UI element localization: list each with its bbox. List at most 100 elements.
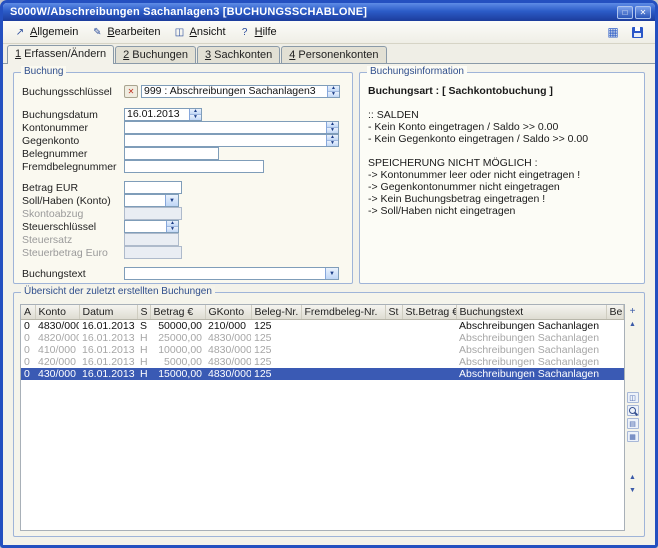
info-line: Buchungsart : [ Sachkontobuchung ] bbox=[368, 85, 636, 97]
field-row-buchungstext: Buchungstext ▼ bbox=[22, 267, 344, 280]
maximize-button[interactable]: □ bbox=[617, 6, 633, 19]
scroll-down-icon[interactable]: ▼ bbox=[627, 485, 639, 496]
cell-konto: 4830/000 bbox=[35, 319, 79, 332]
add-row-icon[interactable]: + bbox=[627, 306, 639, 317]
cell-fremdbeleg bbox=[301, 356, 385, 368]
soll-haben-combo[interactable]: ▼ bbox=[124, 194, 179, 207]
col-header-st-betrag[interactable]: St.Betrag € bbox=[402, 305, 456, 319]
buchungsdatum-field[interactable]: 16.01.2013 ▲▼ bbox=[124, 108, 202, 121]
move-up-icon[interactable]: ▲ bbox=[627, 319, 639, 330]
menu-ansicht[interactable]: ◫ Ansicht bbox=[169, 24, 234, 40]
spinner[interactable]: ▲▼ bbox=[327, 86, 339, 97]
bookings-group-title: Übersicht der zuletzt erstellten Buchung… bbox=[21, 286, 215, 297]
betrag-input[interactable] bbox=[124, 181, 182, 194]
cell-stbetrag bbox=[402, 356, 456, 368]
fremdbelegnummer-input[interactable] bbox=[124, 160, 264, 173]
chevron-down-icon[interactable]: ▼ bbox=[165, 195, 178, 206]
cell-gkonto: 4830/000 bbox=[205, 356, 251, 368]
cell-fremdbeleg bbox=[301, 332, 385, 344]
bookings-grid-button[interactable]: ▦ bbox=[605, 25, 621, 40]
steuerbetrag-input bbox=[124, 246, 182, 259]
info-groupbox: Buchungsinformation Buchungsart : [ Sach… bbox=[359, 72, 645, 284]
tab-personenkonten[interactable]: 4 Personenkonten bbox=[281, 46, 386, 63]
gegenkonto-combo[interactable]: ▲▼ bbox=[124, 134, 339, 147]
save-button[interactable] bbox=[629, 25, 645, 40]
table-row[interactable]: 0430/00016.01.2013H15000,004830/000125Ab… bbox=[21, 368, 624, 380]
menu-bearbeiten[interactable]: ✎ Bearbeiten bbox=[86, 24, 168, 40]
cell-s: H bbox=[137, 368, 150, 380]
col-header-beleg-nr2[interactable]: Beleg-Nr.2 bbox=[606, 305, 624, 319]
col-header-konto[interactable]: Konto bbox=[35, 305, 79, 319]
cell-betrag: 25000,00 bbox=[150, 332, 205, 344]
cell-beleg2 bbox=[606, 332, 624, 344]
cell-a: 0 bbox=[21, 344, 35, 356]
grid-icon: ▦ bbox=[607, 26, 618, 38]
window-icon[interactable]: ◫ bbox=[627, 392, 639, 403]
list-view-icon[interactable]: ▤ bbox=[627, 418, 639, 429]
field-row-buchungsdatum: Buchungsdatum 16.01.2013 ▲▼ bbox=[22, 108, 344, 121]
col-header-fremdbeleg-nr[interactable]: Fremdbeleg-Nr. bbox=[301, 305, 385, 319]
clear-icon[interactable]: ✕ bbox=[124, 85, 138, 98]
col-header-a[interactable]: A bbox=[21, 305, 35, 319]
close-button[interactable]: ✕ bbox=[635, 6, 651, 19]
col-header-buchungstext[interactable]: Buchungstext bbox=[456, 305, 606, 319]
content-area: Buchung Buchungsschlüssel ✕ 999 : Abschr… bbox=[3, 64, 655, 545]
table-row[interactable]: 0410/00016.01.2013H10000,004830/000125Ab… bbox=[21, 344, 624, 356]
spinner[interactable]: ▲▼ bbox=[166, 221, 178, 232]
grid-view-icon[interactable]: ▦ bbox=[627, 431, 639, 442]
col-header-st[interactable]: St bbox=[385, 305, 402, 319]
cell-beleg: 125 bbox=[251, 368, 301, 380]
booking-groupbox: Buchung Buchungsschlüssel ✕ 999 : Abschr… bbox=[13, 72, 353, 284]
steuerschluessel-field[interactable]: ▲▼ bbox=[124, 220, 179, 233]
cell-stbetrag bbox=[402, 344, 456, 356]
col-header-gkonto[interactable]: GKonto bbox=[205, 305, 251, 319]
chevron-down-icon[interactable]: ▼ bbox=[325, 268, 338, 279]
cell-s: H bbox=[137, 344, 150, 356]
cell-st bbox=[385, 368, 402, 380]
cell-betrag: 15000,00 bbox=[150, 368, 205, 380]
menu-allgemein[interactable]: ↗ Allgemein bbox=[9, 24, 86, 40]
menu-hilfe[interactable]: ? Hilfe bbox=[234, 24, 285, 40]
menu-bearbeiten-label: Bearbeiten bbox=[107, 26, 160, 38]
col-header-beleg-nr[interactable]: Beleg-Nr. bbox=[251, 305, 301, 319]
spinner[interactable]: ▲▼ bbox=[326, 122, 338, 133]
save-disk-icon bbox=[632, 27, 643, 38]
cell-gkonto: 4830/000 bbox=[205, 344, 251, 356]
buchungsschluessel-combo[interactable]: 999 : Abschreibungen Sachanlagen3 ▲▼ bbox=[141, 85, 340, 98]
spinner[interactable]: ▲▼ bbox=[326, 135, 338, 146]
col-header-datum[interactable]: Datum bbox=[79, 305, 137, 319]
cell-a: 0 bbox=[21, 332, 35, 344]
search-icon[interactable] bbox=[627, 405, 639, 416]
cell-s: H bbox=[137, 356, 150, 368]
cell-fremdbeleg bbox=[301, 344, 385, 356]
table-row[interactable]: 04820/00016.01.2013H25000,004830/000125A… bbox=[21, 332, 624, 344]
scroll-up-icon[interactable]: ▲ bbox=[627, 472, 639, 483]
tab-erfassen-aendern[interactable]: 1 Erfassen/Ändern bbox=[7, 45, 114, 64]
field-row-kontonummer: Kontonummer ▲▼ bbox=[22, 121, 344, 134]
cell-beleg2 bbox=[606, 368, 624, 380]
info-group-title: Buchungsinformation bbox=[367, 66, 467, 77]
field-row-fremdbelegnummer: Fremdbelegnummer bbox=[22, 160, 344, 173]
info-line: -> Gegenkontonummer nicht eingetragen bbox=[368, 181, 636, 193]
table-row[interactable]: 04830/00016.01.2013S50000,00210/000125Ab… bbox=[21, 319, 624, 332]
bookings-table: A Konto Datum S Betrag € GKonto Beleg-Nr… bbox=[20, 304, 625, 531]
tab-sachkonten[interactable]: 3 Sachkonten bbox=[197, 46, 280, 63]
field-row-gegenkonto: Gegenkonto ▲▼ bbox=[22, 134, 344, 147]
kontonummer-combo[interactable]: ▲▼ bbox=[124, 121, 339, 134]
belegnummer-input[interactable] bbox=[124, 147, 219, 160]
spinner[interactable]: ▲▼ bbox=[189, 109, 201, 120]
info-line: - Kein Konto eingetragen / Saldo >> 0.00 bbox=[368, 121, 636, 133]
cell-a: 0 bbox=[21, 368, 35, 380]
cell-s: S bbox=[137, 319, 150, 332]
cell-gkonto: 210/000 bbox=[205, 319, 251, 332]
cell-st bbox=[385, 319, 402, 332]
col-header-s[interactable]: S bbox=[137, 305, 150, 319]
cell-s: H bbox=[137, 332, 150, 344]
cell-text: Abschreibungen Sachanlagen bbox=[456, 356, 606, 368]
buchungstext-combo[interactable]: ▼ bbox=[124, 267, 339, 280]
cell-datum: 16.01.2013 bbox=[79, 368, 137, 380]
tab-buchungen[interactable]: 2 Buchungen bbox=[115, 46, 196, 63]
col-header-betrag[interactable]: Betrag € bbox=[150, 305, 205, 319]
table-header-row: A Konto Datum S Betrag € GKonto Beleg-Nr… bbox=[21, 305, 624, 319]
table-row[interactable]: 0420/00016.01.2013H5000,004830/000125Abs… bbox=[21, 356, 624, 368]
